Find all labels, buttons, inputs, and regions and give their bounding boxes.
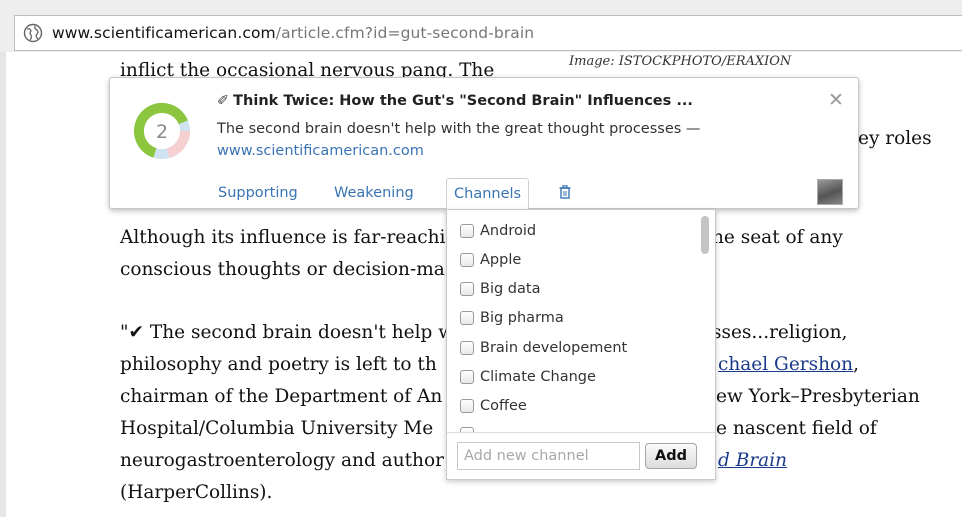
author-link[interactable]: chael Gershon xyxy=(718,354,853,375)
claim-quote: The second brain doesn't help with the g… xyxy=(217,121,701,137)
channel-options-list[interactable]: Android Apple Big data Big pharma Brain … xyxy=(447,210,717,432)
claim-card: 2 ✐ Think Twice: How the Gut's "Second Br… xyxy=(109,77,859,211)
claim-count: 2 xyxy=(156,121,168,143)
image-credit: Image: ISTOCKPHOTO/ERAXION xyxy=(569,54,792,69)
channel-checkbox[interactable] xyxy=(460,253,474,267)
tab-weakening[interactable]: Weakening xyxy=(334,185,414,201)
channel-checkbox[interactable] xyxy=(460,341,474,355)
scrollbar-thumb[interactable] xyxy=(701,216,709,254)
url-path: /article.cfm?id=gut-second-brain xyxy=(275,24,535,42)
channel-option[interactable]: Brain developement xyxy=(460,338,627,358)
paragraph-line: (HarperCollins). xyxy=(120,482,273,503)
channel-option[interactable]: Android xyxy=(460,221,536,241)
trash-icon[interactable] xyxy=(559,185,571,199)
tab-channels[interactable]: Channels xyxy=(446,178,530,211)
channels-dropdown: Android Apple Big data Big pharma Brain … xyxy=(446,209,716,480)
channel-option-partial xyxy=(460,424,480,432)
url-domain: www.scientificamerican.com xyxy=(52,24,276,42)
article-right-fragment: ey roles xyxy=(858,128,932,149)
channel-checkbox[interactable] xyxy=(460,282,474,296)
source-link[interactable]: www.scientificamerican.com xyxy=(217,143,424,159)
channel-option[interactable]: Big data xyxy=(460,279,540,299)
channel-checkbox[interactable] xyxy=(460,370,474,384)
channel-checkbox[interactable] xyxy=(460,399,474,413)
channel-checkbox[interactable] xyxy=(460,311,474,325)
book-link[interactable]: d Brain xyxy=(718,450,787,471)
channel-option[interactable]: Coffee xyxy=(460,396,527,416)
claim-title[interactable]: ✐ Think Twice: How the Gut's "Second Brai… xyxy=(217,93,693,109)
avatar[interactable] xyxy=(817,179,843,205)
url-text: www.scientificamerican.com/article.cfm?i… xyxy=(52,24,534,42)
pencil-icon: ✐ xyxy=(217,93,230,109)
channel-option[interactable]: Apple xyxy=(460,250,521,270)
close-icon[interactable]: ✕ xyxy=(828,90,844,110)
channel-option[interactable]: Climate Change xyxy=(460,367,596,387)
claim-count-donut: 2 xyxy=(134,103,190,159)
channel-checkbox[interactable] xyxy=(460,224,474,238)
globe-icon xyxy=(23,23,43,43)
tab-supporting[interactable]: Supporting xyxy=(218,185,298,201)
address-bar[interactable]: www.scientificamerican.com/article.cfm?i… xyxy=(14,15,962,51)
add-channel-button[interactable]: Add xyxy=(645,443,697,469)
new-channel-input[interactable] xyxy=(457,442,640,470)
divider xyxy=(447,432,715,433)
channel-option[interactable]: Big pharma xyxy=(460,308,564,328)
